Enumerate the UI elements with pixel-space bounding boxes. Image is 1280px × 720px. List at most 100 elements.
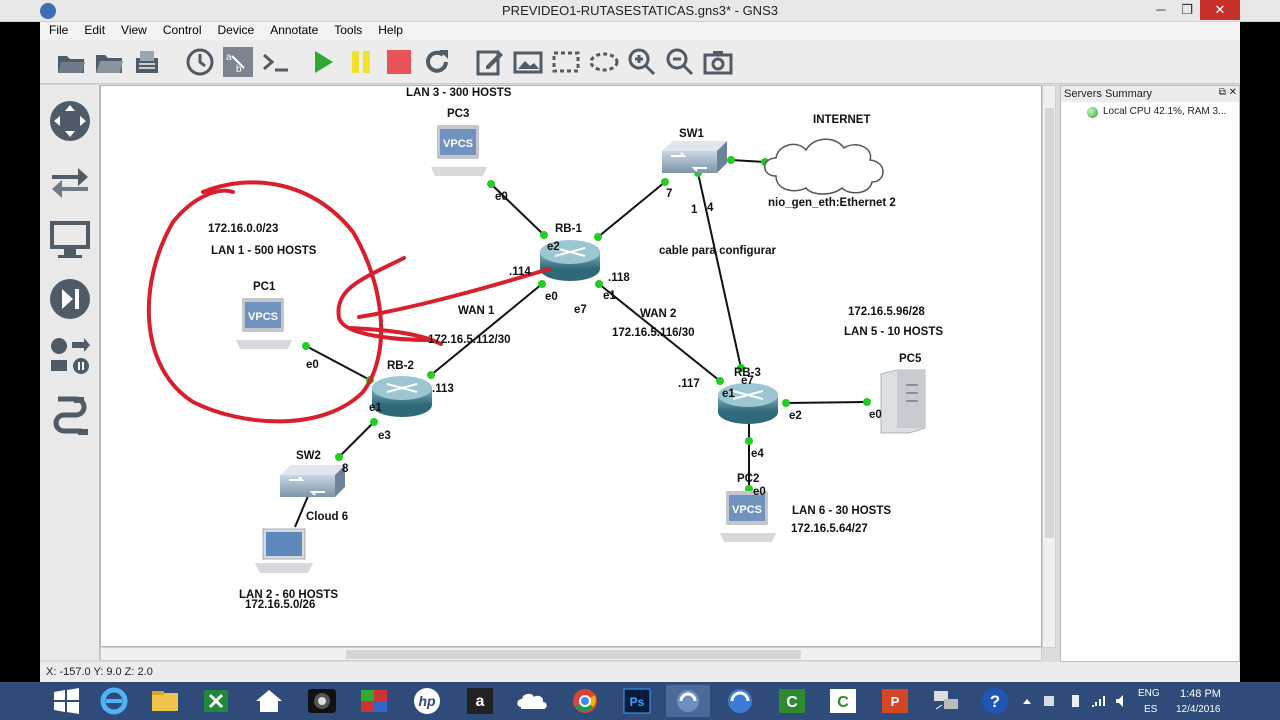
open-folder-icon[interactable] <box>55 46 87 78</box>
port-pc5-e0: e0 <box>869 409 882 421</box>
maximize-button[interactable]: ❐ <box>1174 0 1200 20</box>
interface-labels-icon[interactable]: ab <box>222 46 254 78</box>
servers-summary-header: Servers Summary ⧉ ✕ <box>1061 86 1239 102</box>
clock-time[interactable]: 1:48 PM <box>1180 688 1221 700</box>
sw2-node[interactable] <box>280 465 345 497</box>
file-explorer-icon[interactable] <box>143 685 187 717</box>
clock-date[interactable]: 12/4/2016 <box>1176 704 1221 715</box>
right-letterbox <box>1240 0 1280 682</box>
network-icon[interactable] <box>924 685 968 717</box>
lan1-net-label: 172.16.0.0/23 <box>208 223 278 235</box>
lan1-label: LAN 1 - 500 HOSTS <box>211 245 317 257</box>
nio-label: nio_gen_eth:Ethernet 2 <box>768 197 896 209</box>
pc1-node[interactable]: VPCS <box>236 298 292 349</box>
horizontal-scroll-thumb[interactable] <box>346 650 801 659</box>
system-tray-icons[interactable] <box>1020 692 1130 710</box>
panel-controls[interactable]: ⧉ ✕ <box>1219 87 1237 98</box>
canvas-horizontal-scrollbar[interactable] <box>100 647 1042 661</box>
excel-icon[interactable] <box>194 685 238 717</box>
menu-edit[interactable]: Edit <box>75 22 112 37</box>
lan6-label: LAN 6 - 30 HOSTS <box>792 505 891 517</box>
zoom-out-icon[interactable] <box>664 46 696 78</box>
lang-top[interactable]: ENG <box>1138 688 1160 699</box>
windows-start-icon[interactable] <box>44 685 88 717</box>
zoom-in-icon[interactable] <box>626 46 658 78</box>
chrome-icon[interactable] <box>563 685 607 717</box>
port-sw2-8: 8 <box>342 463 349 475</box>
main-toolbar: ab <box>40 40 1240 84</box>
port-rb3-e4: e4 <box>751 448 764 460</box>
insert-image-icon[interactable] <box>512 46 544 78</box>
internet-explorer-icon[interactable] <box>92 685 136 717</box>
all-devices-icon[interactable] <box>48 335 92 379</box>
suspend-icon[interactable] <box>345 46 377 78</box>
add-link-icon[interactable] <box>48 395 92 439</box>
save-icon[interactable] <box>131 46 163 78</box>
pc5-node[interactable] <box>880 369 926 434</box>
menu-view[interactable]: View <box>112 22 154 37</box>
paint-icon[interactable] <box>352 685 396 717</box>
lan5-net-label: 172.16.5.96/28 <box>848 306 925 318</box>
cable-note: cable para configurar <box>659 245 776 257</box>
hp-icon[interactable]: hp <box>405 685 449 717</box>
onedrive-icon[interactable] <box>510 685 554 717</box>
port-rb1-118: .118 <box>608 272 630 284</box>
home-icon[interactable] <box>247 685 291 717</box>
security-devices-icon[interactable] <box>48 277 92 321</box>
pc3-label: PC3 <box>447 108 469 120</box>
screenshot-icon[interactable] <box>702 46 734 78</box>
menu-file[interactable]: File <box>40 22 75 37</box>
port-rb3-e7: e7 <box>741 375 754 387</box>
powerpoint-icon[interactable]: P <box>873 685 917 717</box>
link-sw1-rb3 <box>697 172 742 369</box>
camera-icon[interactable] <box>300 685 344 717</box>
open-project-icon[interactable] <box>93 46 125 78</box>
port-rb1-e2: e2 <box>547 241 560 253</box>
svg-text:a: a <box>226 52 232 63</box>
help-icon[interactable]: ? <box>973 685 1017 717</box>
internet-cloud[interactable] <box>764 138 884 195</box>
sw1-node[interactable] <box>662 141 727 173</box>
ellipse-icon[interactable] <box>588 46 620 78</box>
rectangle-icon[interactable] <box>550 46 582 78</box>
reload-icon[interactable] <box>421 46 453 78</box>
routers-icon[interactable] <box>48 99 92 143</box>
lan2-net-label: 172.16.5.0/26 <box>245 599 315 611</box>
pc1-label: PC1 <box>253 281 276 293</box>
edit-note-icon[interactable] <box>474 46 506 78</box>
lang-bottom[interactable]: ES <box>1144 704 1157 715</box>
internet-label: INTERNET <box>813 114 871 126</box>
menu-help[interactable]: Help <box>369 22 410 37</box>
link-sw1-internet <box>730 159 766 163</box>
pc3-node[interactable]: VPCS <box>431 125 487 176</box>
menu-tools[interactable]: Tools <box>325 22 369 37</box>
pc5-label: PC5 <box>899 353 922 365</box>
port-rb1-e7: e7 <box>574 304 587 316</box>
gns3-icon[interactable] <box>666 685 710 717</box>
topology-canvas[interactable]: VPCS VPCS VPCS LAN 3 - 300 HOSTS PC3 SW1… <box>100 85 1042 647</box>
pc2-node[interactable]: VPCS <box>720 491 776 542</box>
menu-device[interactable]: Device <box>209 22 262 37</box>
clock-icon[interactable] <box>184 46 216 78</box>
menu-control[interactable]: Control <box>154 22 209 37</box>
vertical-scroll-thumb[interactable] <box>1045 108 1054 538</box>
camtasia-icon[interactable]: C <box>770 685 814 717</box>
console-icon[interactable] <box>260 46 292 78</box>
switches-icon[interactable] <box>48 159 92 203</box>
canvas-vertical-scrollbar[interactable] <box>1042 85 1056 648</box>
close-button[interactable]: ✕ <box>1200 0 1240 20</box>
app-icon[interactable] <box>718 685 762 717</box>
port-rb2-e1: e1 <box>369 402 382 414</box>
photoshop-icon[interactable]: Ps <box>615 685 659 717</box>
end-devices-icon[interactable] <box>48 217 92 261</box>
start-icon[interactable] <box>307 46 339 78</box>
stop-icon[interactable] <box>383 46 415 78</box>
amazon-icon[interactable]: a <box>458 685 502 717</box>
cloud6-node[interactable] <box>255 528 313 573</box>
menu-annotate[interactable]: Annotate <box>261 22 325 37</box>
server-row-local[interactable]: Local CPU 42.1%, RAM 3... <box>1061 102 1239 118</box>
port-pc1-e0: e0 <box>306 359 319 371</box>
camtasia-recorder-icon[interactable]: C <box>821 685 865 717</box>
minimize-button[interactable]: ─ <box>1148 0 1174 20</box>
server-status-icon <box>1087 107 1098 118</box>
